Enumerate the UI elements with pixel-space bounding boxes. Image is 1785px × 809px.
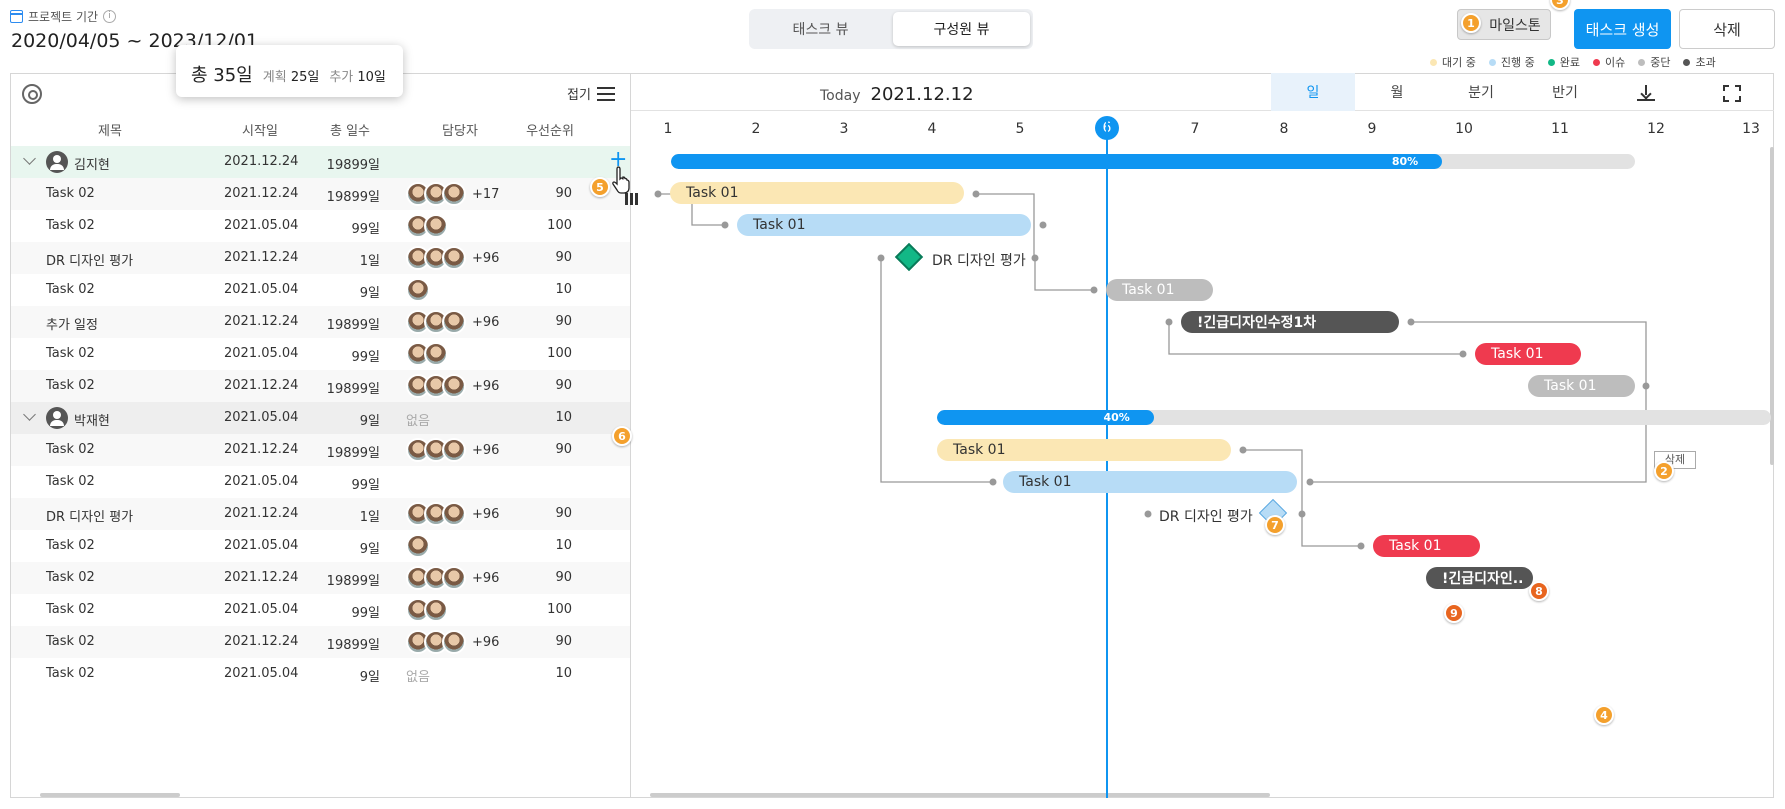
annotation-badge: 4 — [1594, 705, 1614, 725]
gantt-bar[interactable]: Task 01 — [1528, 375, 1635, 397]
gantt-bar[interactable]: Task 01 — [737, 214, 1031, 236]
milestone-label: DR 디자인 평가 — [932, 253, 1026, 269]
dependency-lines — [654, 117, 1650, 798]
progress-fill: 80% — [671, 154, 1443, 169]
period-tooltip: 총 35일 계획 25일 추가 10일 — [176, 45, 403, 97]
annotation-badge: 6 — [612, 426, 632, 446]
gantt-bar[interactable]: Task 01 — [670, 182, 964, 204]
group-progress-bar: 40% — [937, 410, 1771, 425]
hand-cursor-icon — [612, 166, 630, 194]
annotation-badge: 1 — [1461, 13, 1481, 33]
gantt-bar[interactable]: Task 01 — [1373, 535, 1480, 557]
tooltip-plan-value: 25일 — [290, 70, 320, 85]
gantt-bar[interactable]: !긴급디자인.. — [1426, 567, 1533, 589]
annotation-badge: 5 — [590, 177, 610, 197]
gantt-bar[interactable]: Task 01 — [1003, 471, 1297, 493]
tooltip-extra-value: 10일 — [357, 70, 386, 85]
annotation-badge: 9 — [1444, 603, 1464, 623]
gantt-bar[interactable]: !긴급디자인수정1차 — [1181, 311, 1399, 333]
group-progress-bar: 80% — [671, 154, 1635, 169]
gantt-bar[interactable]: Task 01 — [937, 439, 1231, 461]
tooltip-total: 총 35일 — [191, 65, 253, 86]
annotation-badge: 2 — [1654, 461, 1674, 481]
tooltip-extra-label: 추가 — [329, 70, 354, 85]
progress-fill: 40% — [937, 410, 1154, 425]
annotation-badge: 7 — [1265, 515, 1285, 535]
tooltip-plan-label: 계획 — [262, 70, 287, 85]
annotation-badge: 8 — [1529, 581, 1549, 601]
gantt-bar[interactable]: Task 01 — [1106, 279, 1213, 301]
gantt-bar[interactable]: Task 01 — [1475, 343, 1581, 365]
milestone-label: DR 디자인 평가 — [1159, 509, 1253, 525]
